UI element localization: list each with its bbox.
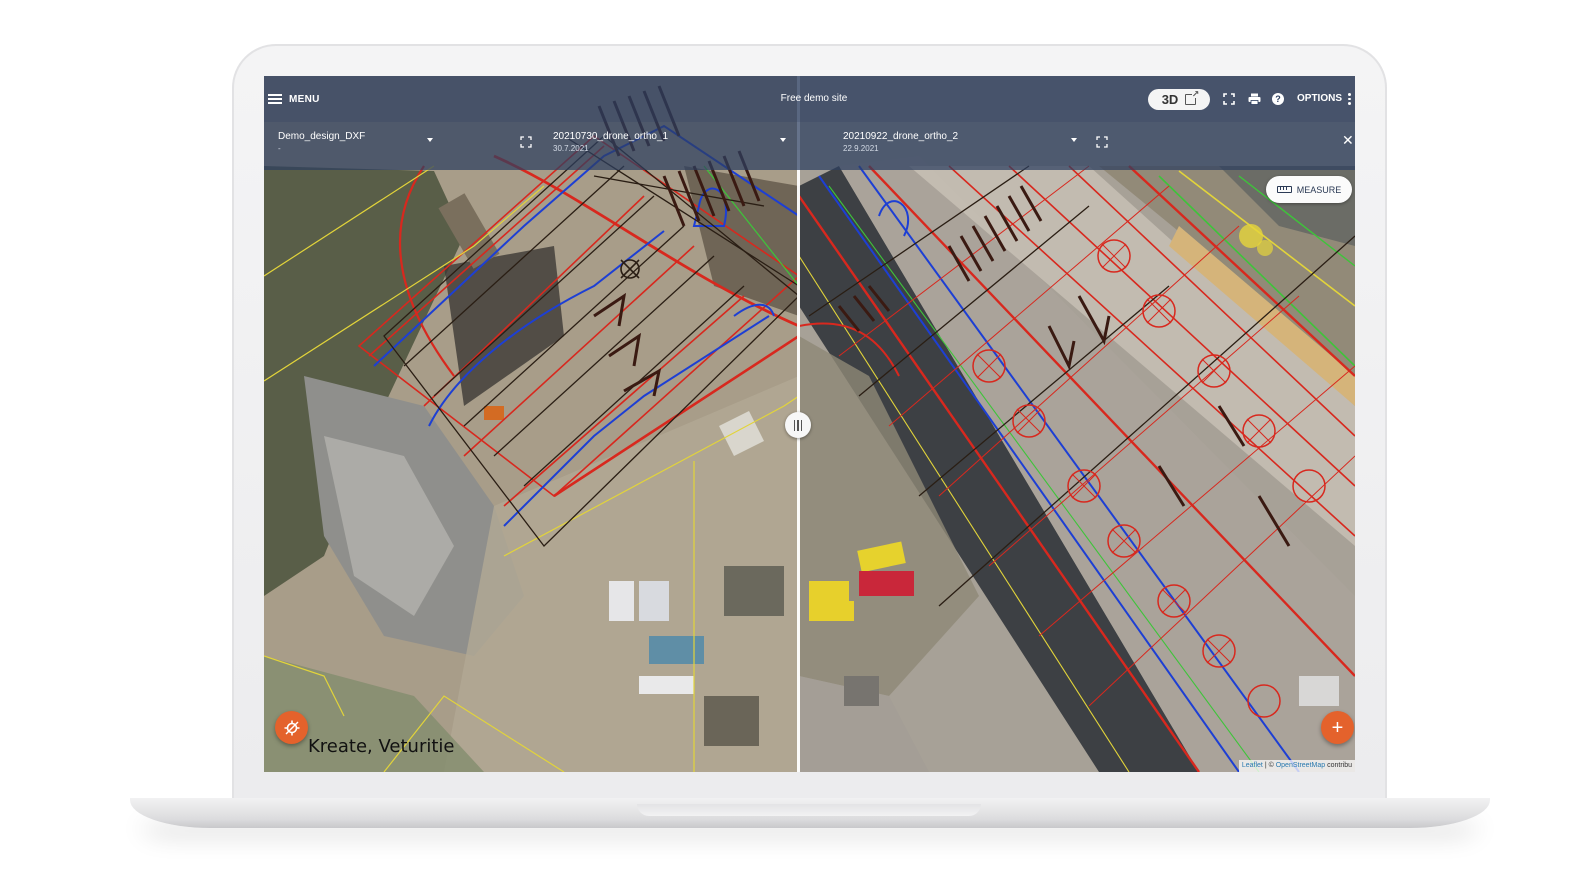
plus-icon: + — [1331, 716, 1344, 739]
design-layer-select[interactable]: Demo_design_DXF - — [278, 131, 365, 153]
swipe-handle[interactable] — [785, 412, 811, 438]
design-layer-date: - — [278, 144, 281, 153]
left-ortho-select[interactable]: 20210730_drone_ortho_1 30.7.2021 — [553, 131, 668, 153]
top-toolbar: MENU Free demo site 3D ? OPTIONS — [264, 76, 1355, 122]
options-button[interactable]: OPTIONS — [1297, 93, 1351, 105]
menu-label: MENU — [289, 93, 320, 105]
left-ortho-imagery — [264, 76, 799, 772]
right-ortho-name: 20210922_drone_ortho_2 — [843, 131, 959, 142]
dropdown-caret-icon[interactable] — [1071, 138, 1077, 142]
laptop-notch — [637, 804, 981, 816]
map-pane-left[interactable] — [264, 76, 799, 772]
geolocate-button[interactable] — [275, 711, 308, 744]
app-screen: MENU Free demo site 3D ? OPTIONS — [264, 76, 1355, 772]
ruler-icon — [1276, 186, 1292, 193]
layer-bar — [264, 122, 1355, 170]
map-attribution: Leaflet | © OpenStreetMap contribu — [1238, 760, 1355, 772]
attribution-separator: | © — [1264, 762, 1274, 769]
external-link-icon — [1185, 89, 1199, 105]
design-layer-name: Demo_design_DXF — [278, 131, 366, 142]
kebab-icon — [1348, 93, 1351, 105]
open-3d-button[interactable]: 3D — [1148, 89, 1210, 110]
geolocate-icon — [284, 720, 299, 735]
laptop-mockup: MENU Free demo site 3D ? OPTIONS — [0, 0, 1587, 893]
help-button[interactable]: ? — [1271, 92, 1285, 106]
add-button[interactable]: + — [1321, 711, 1354, 744]
options-label: OPTIONS — [1297, 93, 1343, 105]
attribution-suffix: contribu — [1327, 762, 1352, 769]
measure-button[interactable]: MEASURE — [1266, 176, 1352, 203]
hamburger-icon — [268, 94, 282, 104]
leaflet-link[interactable]: Leaflet — [1242, 762, 1263, 769]
measure-label: MEASURE — [1296, 184, 1342, 195]
dropdown-caret-icon[interactable] — [427, 138, 433, 142]
expand-icon[interactable] — [520, 136, 532, 148]
menu-button[interactable]: MENU — [268, 90, 320, 108]
fullscreen-icon — [1223, 93, 1235, 105]
right-ortho-date: 22.9.2021 — [843, 144, 879, 153]
close-icon[interactable]: ✕ — [1342, 133, 1354, 147]
fullscreen-button[interactable] — [1222, 92, 1236, 106]
print-icon — [1248, 93, 1260, 105]
location-label: Kreate, Veturitie — [308, 736, 455, 757]
expand-icon[interactable] — [1096, 136, 1108, 148]
left-ortho-name: 20210730_drone_ortho_1 — [553, 131, 669, 142]
osm-link[interactable]: OpenStreetMap — [1276, 762, 1325, 769]
btn-3d-label: 3D — [1161, 92, 1179, 107]
site-title: Free demo site — [780, 93, 848, 104]
right-ortho-select[interactable]: 20210922_drone_ortho_2 22.9.2021 — [843, 131, 958, 153]
help-icon: ? — [1272, 93, 1284, 105]
left-ortho-date: 30.7.2021 — [553, 144, 589, 153]
print-button[interactable] — [1247, 92, 1261, 106]
dropdown-caret-icon[interactable] — [780, 138, 786, 142]
